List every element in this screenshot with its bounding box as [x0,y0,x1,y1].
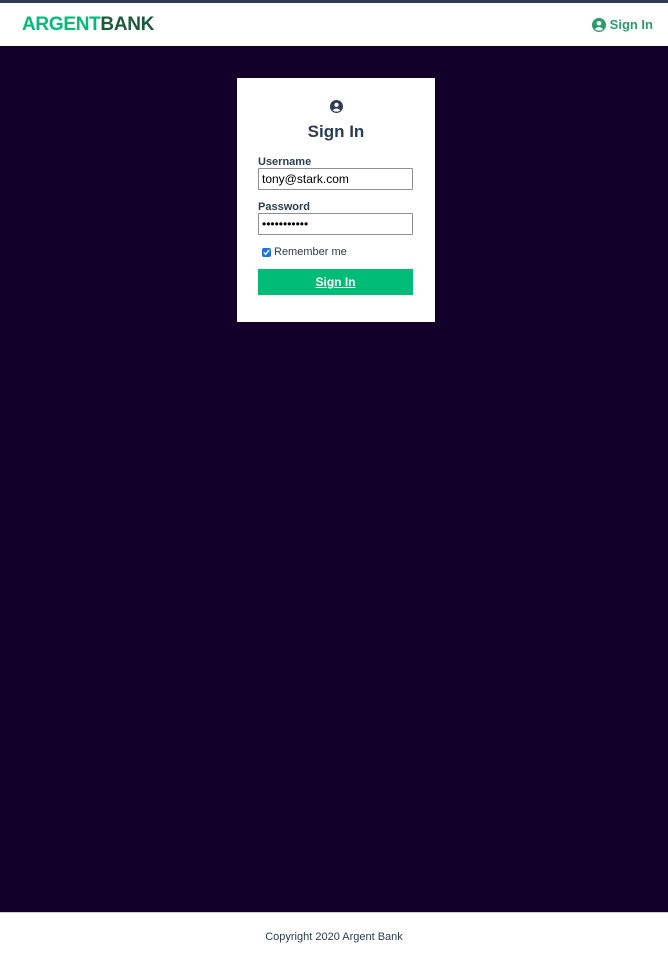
nav-signin-label: Sign In [609,17,653,32]
username-label: Username [258,156,312,168]
remember-me-checkbox[interactable] [262,247,271,257]
user-circle-icon [329,100,343,113]
nav-signin-link[interactable]: Sign In [591,17,653,32]
signin-card: Sign In Username Password Remember me Si… [237,78,435,322]
remember-me-row: Remember me [262,246,414,258]
remember-me-label: Remember me [274,246,347,258]
logo-text-bank: BANK [100,13,155,35]
password-label: Password [258,201,310,213]
signin-button[interactable]: Sign In [258,269,413,295]
logo-text-argent: ARGENT [22,13,101,35]
signin-title: Sign In [307,122,365,141]
password-input[interactable] [258,213,413,235]
footer: Copyright 2020 Argent Bank [0,912,668,960]
copyright-text: Copyright 2020 Argent Bank [265,930,403,943]
user-circle-icon [591,17,606,32]
argent-bank-logo[interactable]: ARGENT BANK [22,14,154,36]
main-nav: ARGENT BANK Sign In [0,3,668,46]
username-input[interactable] [258,168,413,190]
